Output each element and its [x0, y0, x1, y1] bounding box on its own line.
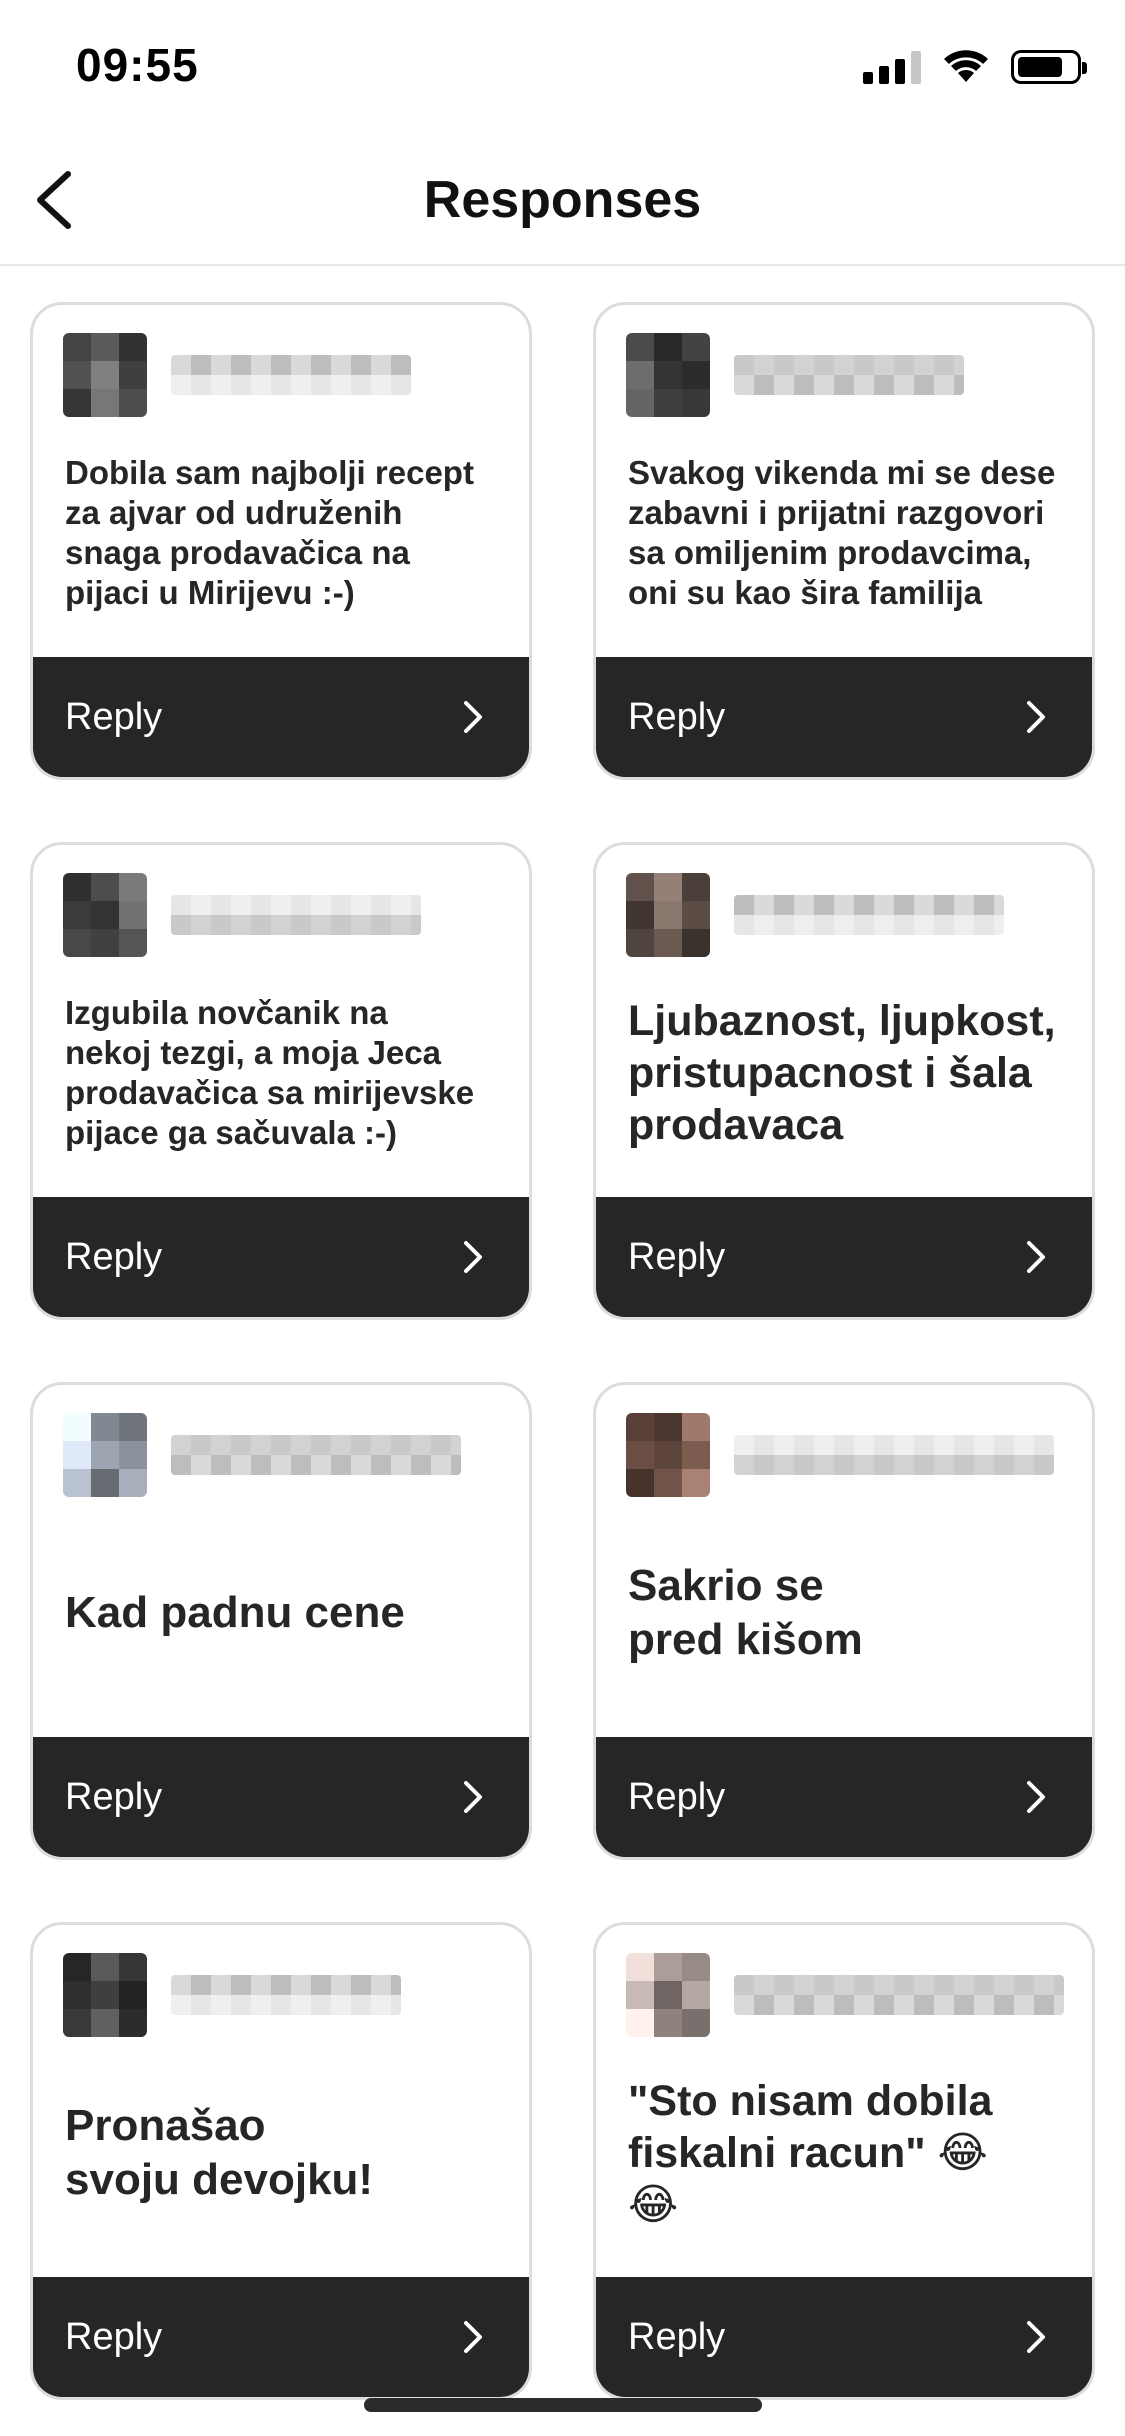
username-redacted — [171, 1435, 461, 1475]
chevron-right-icon — [453, 697, 493, 737]
page-title: Responses — [423, 171, 702, 229]
response-content: Ljubaznost, ljupkost, pristupacnost i ša… — [596, 845, 1092, 1203]
reply-button[interactable]: Reply — [596, 657, 1092, 777]
avatar — [626, 873, 710, 957]
chevron-right-icon — [453, 1237, 493, 1277]
avatar — [626, 1413, 710, 1497]
username-redacted — [171, 895, 421, 935]
reply-label: Reply — [628, 2315, 726, 2358]
reply-label: Reply — [628, 1235, 726, 1278]
reply-label: Reply — [65, 1235, 163, 1278]
username-redacted — [734, 895, 1004, 935]
reply-button[interactable]: Reply — [33, 1197, 529, 1317]
response-content: Svakog vikenda mi se dese zabavni i prij… — [596, 305, 1092, 663]
responses-grid: Dobila sam najbolji recept za ajvar od u… — [30, 302, 1095, 2400]
chevron-right-icon — [1016, 1777, 1056, 1817]
chevron-right-icon — [453, 1777, 493, 1817]
reply-button[interactable]: Reply — [596, 2277, 1092, 2397]
response-text: Svakog vikenda mi se dese zabavni i prij… — [628, 454, 1056, 611]
reply-label: Reply — [65, 1775, 163, 1818]
response-content: Dobila sam najbolji recept za ajvar od u… — [33, 305, 529, 663]
avatar — [63, 333, 147, 417]
response-text: Sakrio se pred kišom — [628, 1561, 863, 1664]
response-content: Kad padnu cene — [33, 1385, 529, 1743]
response-card: Pronašao svoju devojku! Reply — [30, 1922, 532, 2400]
reply-label: Reply — [65, 695, 163, 738]
status-icons — [863, 50, 1087, 84]
chevron-right-icon — [453, 2317, 493, 2357]
avatar — [63, 873, 147, 957]
response-card: Kad padnu cene Reply — [30, 1382, 532, 1860]
username-redacted — [171, 355, 411, 395]
response-card: Svakog vikenda mi se dese zabavni i prij… — [593, 302, 1095, 780]
response-text: Pronašao svoju devojku! — [65, 2101, 374, 2204]
reply-button[interactable]: Reply — [596, 1737, 1092, 1857]
avatar — [626, 333, 710, 417]
chevron-right-icon — [1016, 697, 1056, 737]
username-redacted — [734, 355, 964, 395]
avatar — [63, 1413, 147, 1497]
response-text: Izgubila novčanik na nekoj tezgi, a moja… — [65, 994, 475, 1151]
reply-button[interactable]: Reply — [33, 2277, 529, 2397]
response-content: Pronašao svoju devojku! — [33, 1925, 529, 2283]
cellular-signal-icon — [863, 50, 921, 84]
username-redacted — [734, 1435, 1054, 1475]
reply-label: Reply — [628, 695, 726, 738]
avatar — [63, 1953, 147, 2037]
response-card: "Sto nisam dobila fiskalni racun" 😂 😂 Rep… — [593, 1922, 1095, 2400]
wifi-icon — [944, 50, 988, 82]
response-content: Izgubila novčanik na nekoj tezgi, a moja… — [33, 845, 529, 1203]
home-indicator — [364, 2398, 762, 2412]
reply-button[interactable]: Reply — [33, 657, 529, 777]
status-time: 09:55 — [76, 39, 199, 91]
response-text: Kad padnu cene — [65, 1588, 405, 1637]
reply-button[interactable]: Reply — [33, 1737, 529, 1857]
status-bar: 09:55 — [0, 0, 1125, 140]
chevron-right-icon — [1016, 1237, 1056, 1277]
chevron-right-icon — [1016, 2317, 1056, 2357]
response-card: Ljubaznost, ljupkost, pristupacnost i ša… — [593, 842, 1095, 1320]
username-redacted — [171, 1975, 401, 2015]
username-redacted — [734, 1975, 1064, 2015]
battery-icon — [1011, 50, 1087, 84]
response-card: Sakrio se pred kišom Reply — [593, 1382, 1095, 1860]
response-card: Dobila sam najbolji recept za ajvar od u… — [30, 302, 532, 780]
response-text: "Sto nisam dobila fiskalni racun" 😂 😂 — [628, 2077, 993, 2229]
reply-label: Reply — [628, 1775, 726, 1818]
navigation-bar: Responses — [0, 140, 1125, 266]
response-text: Dobila sam najbolji recept za ajvar od u… — [65, 454, 474, 611]
reply-label: Reply — [65, 2315, 163, 2358]
response-card: Izgubila novčanik na nekoj tezgi, a moja… — [30, 842, 532, 1320]
response-content: Sakrio se pred kišom — [596, 1385, 1092, 1743]
reply-button[interactable]: Reply — [596, 1197, 1092, 1317]
avatar — [626, 1953, 710, 2037]
response-content: "Sto nisam dobila fiskalni racun" 😂 😂 — [596, 1925, 1092, 2283]
response-text: Ljubaznost, ljupkost, pristupacnost i ša… — [628, 997, 1056, 1149]
